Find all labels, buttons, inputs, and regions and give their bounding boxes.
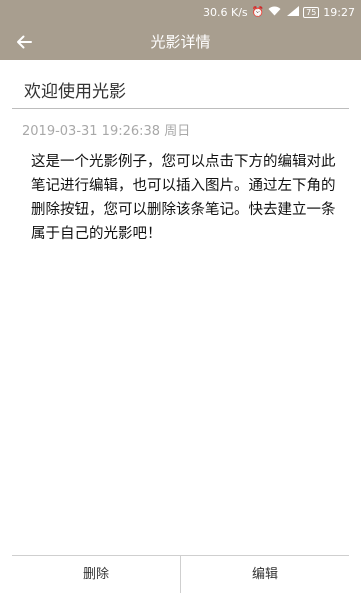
network-speed: 30.6 K/s	[203, 6, 248, 19]
note-detail: 欢迎使用光影 2019-03-31 19:26:38 周日 这是一个光影例子，您…	[0, 60, 361, 555]
status-bar: 30.6 K/s ⏰ 75 19:27	[0, 0, 361, 25]
app-bar: 光影详情	[0, 25, 361, 60]
note-title: 欢迎使用光影	[24, 82, 126, 102]
battery-level: 75	[306, 8, 317, 17]
clock: 19:27	[323, 6, 355, 19]
screen: 30.6 K/s ⏰ 75 19:27 光影详情 欢迎使用光影 2019-03-…	[0, 0, 361, 593]
alarm-icon: ⏰	[251, 6, 265, 18]
title-divider	[12, 108, 349, 109]
wifi-icon	[268, 6, 281, 19]
4g-signal-icon	[285, 6, 300, 19]
delete-button[interactable]: 删除	[12, 556, 180, 593]
note-body: 这是一个光影例子，您可以点击下方的编辑对此笔记进行编辑，也可以插入图片。通过左下…	[31, 154, 336, 242]
bottom-action-bar: 删除 编辑	[12, 555, 349, 593]
battery-icon: 75	[303, 7, 320, 18]
edit-button[interactable]: 编辑	[181, 556, 349, 593]
note-date: 2019-03-31 19:26:38 周日	[22, 124, 191, 139]
page-title: 光影详情	[150, 33, 211, 51]
